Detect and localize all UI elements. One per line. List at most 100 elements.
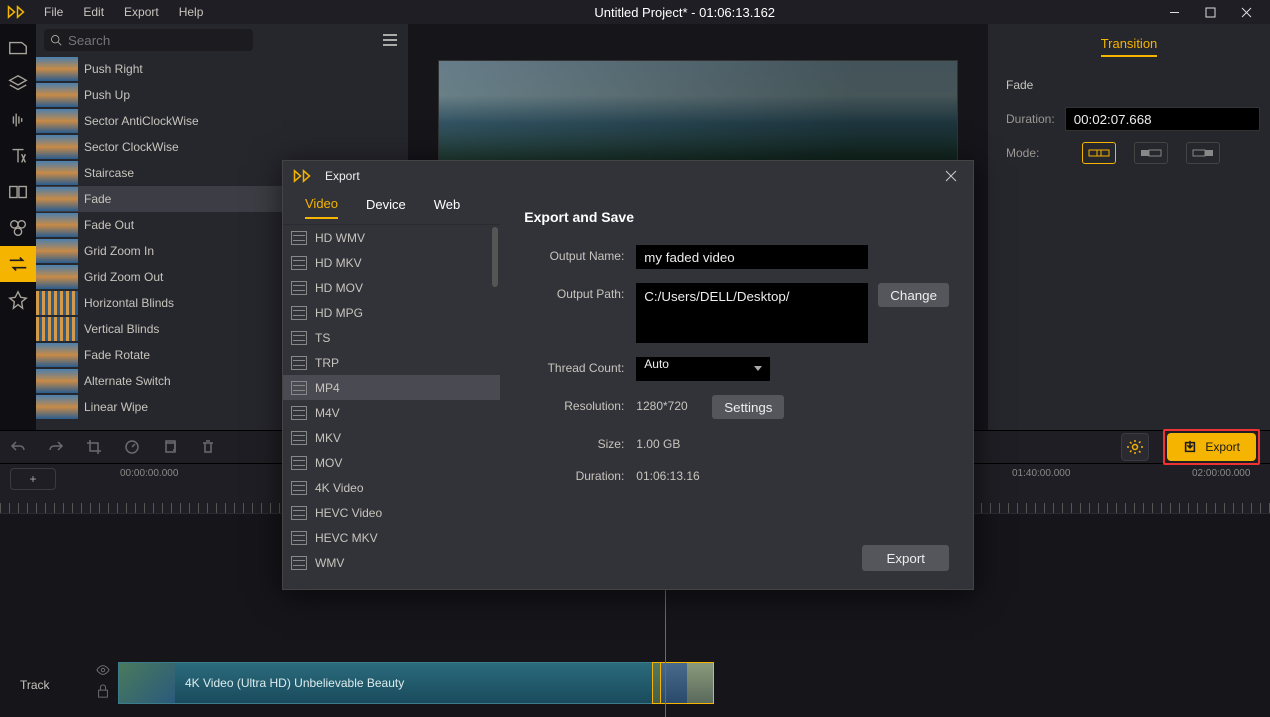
export-highlight: Export	[1163, 429, 1260, 465]
eye-icon[interactable]	[96, 664, 110, 676]
dialog-export-button[interactable]: Export	[862, 545, 949, 571]
format-item[interactable]: HD MKV	[283, 250, 500, 275]
film-icon	[291, 231, 307, 245]
track-icons	[96, 664, 110, 698]
minimize-button[interactable]	[1156, 0, 1192, 24]
rail-audio-icon[interactable]	[0, 102, 36, 138]
transition-thumbnail	[36, 83, 78, 107]
redo-button[interactable]	[44, 435, 68, 459]
transition-thumbnail	[36, 161, 78, 185]
rail-effects-icon[interactable]	[0, 282, 36, 318]
rail-text-icon[interactable]	[0, 138, 36, 174]
transition-thumbnail	[36, 187, 78, 211]
format-item[interactable]: MOV	[283, 450, 500, 475]
output-path-input[interactable]	[636, 283, 868, 343]
menu-file[interactable]: File	[34, 5, 73, 19]
transition-thumbnail	[36, 317, 78, 341]
transition-name-label: Push Right	[84, 62, 143, 76]
duration-input[interactable]	[1065, 107, 1260, 131]
format-item[interactable]: HD MPG	[283, 300, 500, 325]
transition-item[interactable]: Sector AntiClockWise	[36, 108, 408, 134]
format-item[interactable]: WMV	[283, 550, 500, 575]
transition-item[interactable]: Push Right	[36, 56, 408, 82]
transition-thumbnail	[36, 395, 78, 419]
transition-name-label: Horizontal Blinds	[84, 296, 174, 310]
settings-button[interactable]: Settings	[712, 395, 784, 419]
rail-layers-icon[interactable]	[0, 66, 36, 102]
film-icon	[291, 331, 307, 345]
format-item[interactable]: 4K Video	[283, 475, 500, 500]
video-clip[interactable]: 4K Video (Ultra HD) Unbelievable Beauty	[118, 662, 712, 704]
tab-device[interactable]: Device	[366, 197, 406, 218]
transition-name-label: Linear Wipe	[84, 400, 148, 414]
format-label: HEVC Video	[315, 506, 382, 520]
film-icon	[291, 556, 307, 570]
tab-web[interactable]: Web	[434, 197, 461, 218]
thread-count-select[interactable]: Auto	[636, 357, 770, 381]
dialog-title: Export	[325, 169, 360, 183]
rail-transitions-icon[interactable]	[0, 246, 36, 282]
timeline-settings-button[interactable]	[1121, 433, 1149, 461]
format-item[interactable]: HD WMV	[283, 225, 500, 250]
video-clip-2[interactable]	[660, 662, 714, 704]
resolution-label: Resolution:	[524, 395, 636, 413]
add-track-button[interactable]: +	[10, 468, 56, 490]
format-label: MOV	[315, 456, 342, 470]
menu-export[interactable]: Export	[114, 5, 169, 19]
transition-name-label: Fade Rotate	[84, 348, 150, 362]
output-name-input[interactable]	[636, 245, 868, 269]
film-icon	[291, 431, 307, 445]
transition-item[interactable]: Sector ClockWise	[36, 134, 408, 160]
dialog-form: Export and Save Output Name: Output Path…	[500, 191, 973, 589]
format-item[interactable]: HD MOV	[283, 275, 500, 300]
crop-button[interactable]	[82, 435, 106, 459]
ruler-tick: 00:00:00.000	[120, 468, 178, 479]
dialog-sidebar: Video Device Web HD WMVHD MKVHD MOVHD MP…	[283, 191, 500, 589]
ruler-tick: 02:00:00.000	[1192, 468, 1250, 479]
format-label: M4V	[315, 406, 340, 420]
search-input[interactable]	[44, 29, 253, 51]
undo-button[interactable]	[6, 435, 30, 459]
delete-button[interactable]	[196, 435, 220, 459]
copy-button[interactable]	[158, 435, 182, 459]
film-icon	[291, 481, 307, 495]
rail-elements-icon[interactable]	[0, 210, 36, 246]
film-icon	[291, 356, 307, 370]
format-item[interactable]: TS	[283, 325, 500, 350]
format-item[interactable]: HEVC MKV	[283, 525, 500, 550]
tab-video[interactable]: Video	[305, 196, 338, 219]
duration-label: Duration:	[1006, 112, 1055, 126]
menu-help[interactable]: Help	[169, 5, 214, 19]
mode-postfix-button[interactable]	[1186, 142, 1220, 164]
dialog-close-button[interactable]	[939, 164, 963, 188]
format-item[interactable]: HEVC Video	[283, 500, 500, 525]
close-button[interactable]	[1228, 0, 1264, 24]
format-list: HD WMVHD MKVHD MOVHD MPGTSTRP MP4 M4V MKV MO…	[283, 225, 500, 589]
export-duration-label: Duration:	[524, 465, 636, 483]
rail-media-icon[interactable]	[0, 30, 36, 66]
export-button[interactable]: Export	[1167, 433, 1256, 461]
list-view-toggle-icon[interactable]	[380, 30, 400, 50]
lock-icon[interactable]	[96, 684, 110, 698]
menu-edit[interactable]: Edit	[73, 5, 114, 19]
mode-label: Mode:	[1006, 146, 1072, 160]
mode-prefix-button[interactable]	[1134, 142, 1168, 164]
format-item[interactable]: MP4	[283, 375, 500, 400]
format-item[interactable]: M4V	[283, 400, 500, 425]
mode-overlap-button[interactable]	[1082, 142, 1116, 164]
transition-name-label: Grid Zoom In	[84, 244, 154, 258]
rail-split-icon[interactable]	[0, 174, 36, 210]
transition-thumbnail	[36, 369, 78, 393]
tab-transition[interactable]: Transition	[1101, 36, 1158, 57]
format-label: MP4	[315, 381, 340, 395]
maximize-button[interactable]	[1192, 0, 1228, 24]
transition-thumbnail	[36, 213, 78, 237]
clip-title: 4K Video (Ultra HD) Unbelievable Beauty	[175, 676, 404, 690]
transition-item[interactable]: Push Up	[36, 82, 408, 108]
transition-name: Fade	[1006, 78, 1252, 92]
format-item[interactable]: MKV	[283, 425, 500, 450]
change-path-button[interactable]: Change	[878, 283, 949, 307]
format-item[interactable]: TRP	[283, 350, 500, 375]
scrollbar[interactable]	[492, 227, 498, 287]
speed-button[interactable]	[120, 435, 144, 459]
